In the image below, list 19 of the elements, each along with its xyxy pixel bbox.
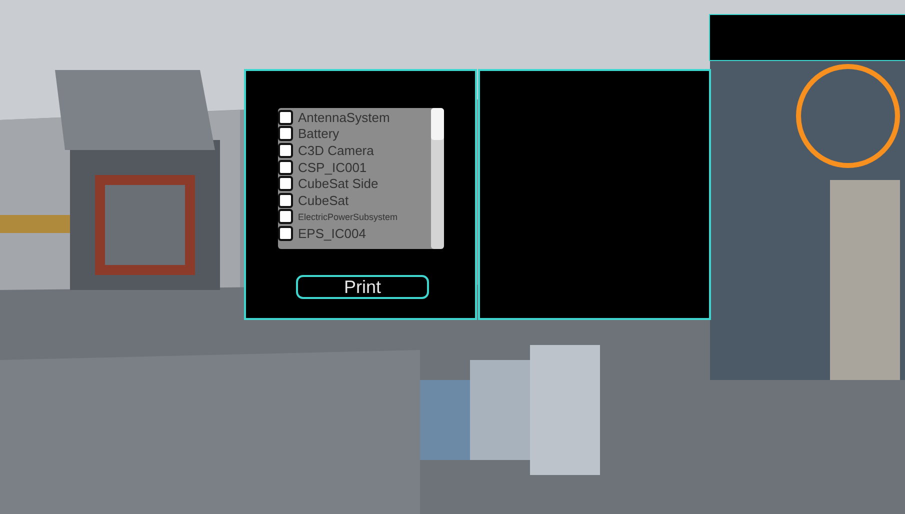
checkbox[interactable] [278,110,293,125]
part-label[interactable]: CubeSat Side [298,176,378,192]
part-label[interactable]: AntennaSystem [298,110,390,125]
part-label[interactable]: ElectricPowerSubsystem [298,212,398,222]
part-label[interactable]: C3D Camera [298,142,374,158]
part-label[interactable]: Battery [298,126,340,142]
scrollbar[interactable] [431,108,444,249]
checkbox[interactable] [278,226,293,241]
print-button[interactable]: Print [296,275,429,299]
part-label[interactable]: CubeSat [298,192,349,208]
checkbox[interactable] [278,192,293,208]
checkbox[interactable] [278,176,293,192]
part-label[interactable]: CSP_IC001 [298,160,367,175]
target-ring-icon [796,64,900,168]
part-label[interactable]: EPS_IC004 [298,226,366,241]
checkbox[interactable] [278,126,293,142]
checkbox[interactable] [278,142,293,158]
checkbox[interactable] [278,209,293,224]
checkbox[interactable] [278,160,293,175]
